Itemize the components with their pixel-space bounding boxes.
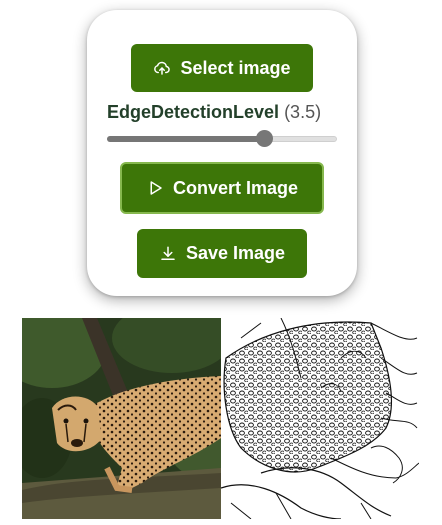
- download-icon: [159, 245, 177, 263]
- slider-thumb[interactable]: [256, 130, 273, 147]
- edge-level-slider[interactable]: [107, 130, 337, 148]
- original-image: [22, 318, 221, 519]
- select-image-label: Select image: [180, 57, 291, 78]
- controls-card: Select image EdgeDetectionLevel (3.5) Co…: [87, 10, 357, 296]
- cloud-upload-icon: [153, 59, 171, 77]
- edge-level-label: EdgeDetectionLevel (3.5): [107, 102, 321, 123]
- save-image-button[interactable]: Save Image: [137, 229, 307, 278]
- select-image-button[interactable]: Select image: [131, 44, 313, 92]
- slider-fill: [107, 136, 265, 142]
- edge-level-name: EdgeDetectionLevel: [107, 102, 280, 122]
- convert-image-label: Convert Image: [172, 177, 299, 198]
- play-icon: [146, 179, 164, 197]
- save-image-label: Save Image: [185, 243, 286, 263]
- edge-level-value: (3.5): [284, 102, 322, 122]
- image-preview-area: [22, 318, 419, 519]
- edge-detected-image: [221, 318, 419, 519]
- convert-image-button[interactable]: Convert Image: [120, 162, 324, 214]
